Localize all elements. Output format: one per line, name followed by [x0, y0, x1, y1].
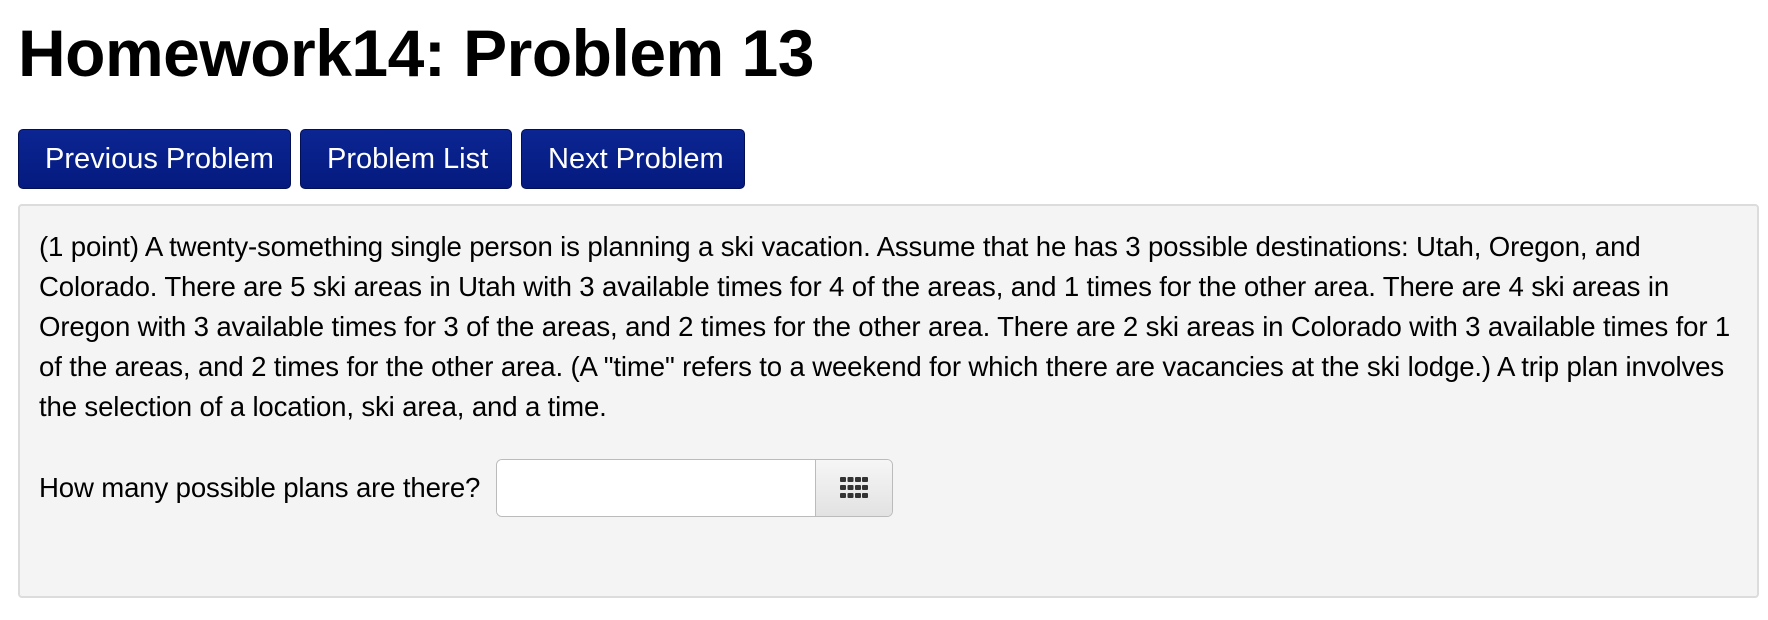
next-problem-button[interactable]: Next Problem	[521, 129, 745, 189]
problem-navigation: Previous Problem Problem List Next Probl…	[18, 129, 745, 189]
problem-statement: (1 point) A twenty-something single pers…	[39, 231, 1731, 422]
keypad-grid-icon	[840, 477, 869, 498]
previous-problem-button[interactable]: Previous Problem	[18, 129, 291, 189]
problem-panel: (1 point) A twenty-something single pers…	[18, 204, 1759, 598]
page-title: Homework14: Problem 13	[18, 16, 814, 90]
question-label: How many possible plans are there?	[39, 472, 481, 503]
answer-input[interactable]	[497, 460, 816, 516]
problem-list-button[interactable]: Problem List	[300, 129, 512, 189]
answer-input-group	[496, 459, 894, 517]
answer-row: How many possible plans are there?	[39, 459, 1737, 517]
keypad-button[interactable]	[815, 460, 893, 516]
